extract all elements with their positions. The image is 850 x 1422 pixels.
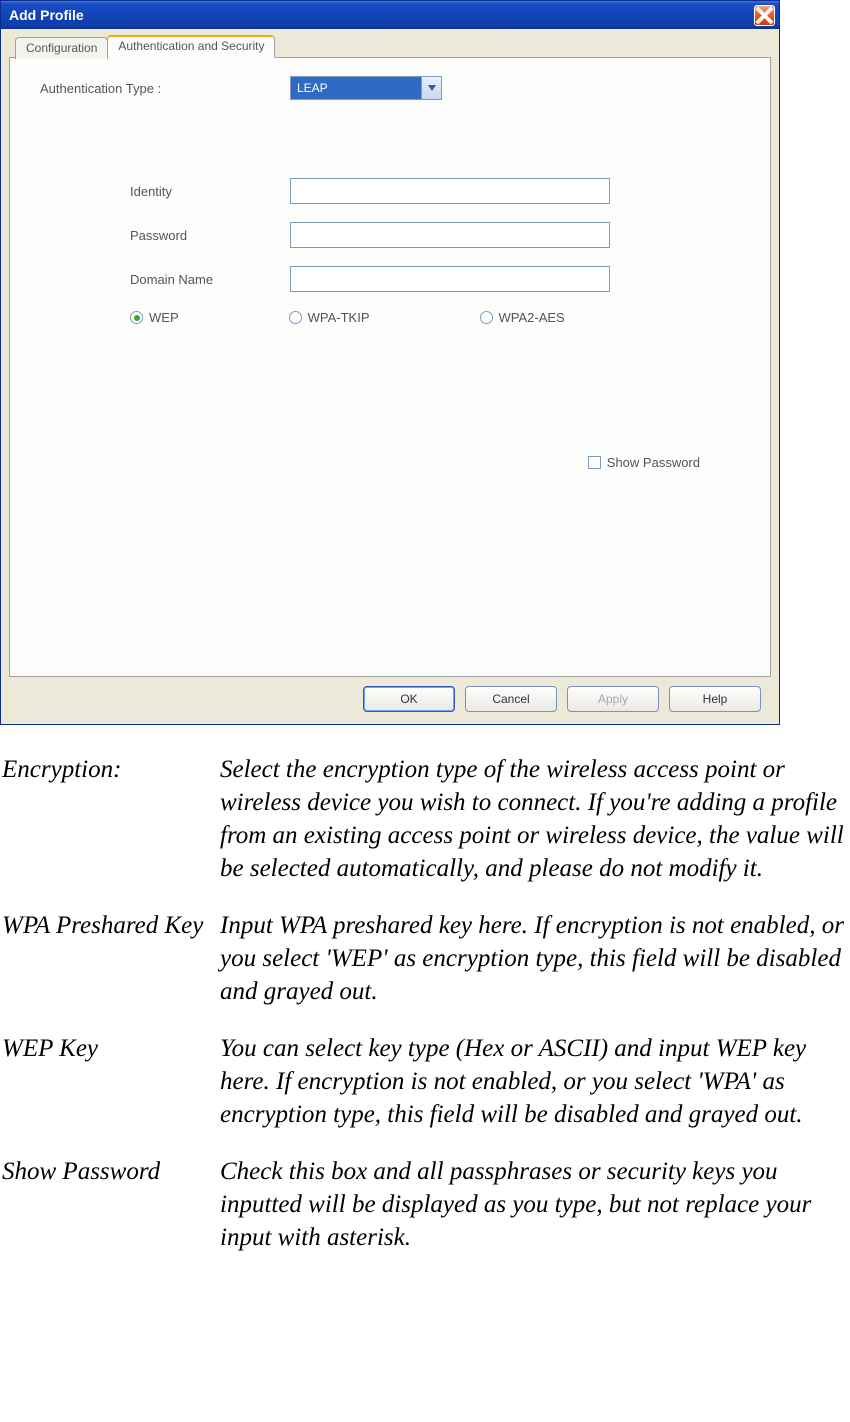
desc-def: Input WPA preshared key here. If encrypt… [220,909,848,1008]
close-icon[interactable] [754,5,775,26]
description-block: Encryption: Select the encryption type o… [0,725,850,1254]
auth-type-value: LEAP [291,77,421,99]
tab-configuration[interactable]: Configuration [15,37,108,59]
radio-tkip-label: WPA-TKIP [308,310,370,325]
radio-wpa2-aes[interactable]: WPA2-AES [480,310,565,325]
show-password-label: Show Password [607,455,700,470]
desc-def: Select the encryption type of the wirele… [220,753,848,885]
identity-label: Identity [30,184,290,199]
apply-button: Apply [567,686,659,712]
desc-term: Show Password [2,1155,220,1254]
auth-type-select[interactable]: LEAP [290,76,442,100]
desc-def: Check this box and all passphrases or se… [220,1155,848,1254]
button-bar: OK Cancel Apply Help [9,678,771,716]
window-title: Add Profile [9,7,84,23]
radio-aes-label: WPA2-AES [499,310,565,325]
password-field[interactable] [290,222,610,248]
desc-def: You can select key type (Hex or ASCII) a… [220,1032,848,1131]
desc-term: Encryption: [2,753,220,885]
identity-field[interactable] [290,178,610,204]
domain-name-field[interactable] [290,266,610,292]
tabstrip: Configuration Authentication and Securit… [15,35,771,58]
client-area: Configuration Authentication and Securit… [1,29,779,724]
radio-icon [480,311,493,324]
tab-panel-authsec: Authentication Type : LEAP Identity [9,57,771,677]
radio-wep-label: WEP [149,310,179,325]
desc-term: WEP Key [2,1032,220,1131]
ok-button[interactable]: OK [363,686,455,712]
desc-term: WPA Preshared Key [2,909,220,1008]
chevron-down-icon[interactable] [421,77,441,99]
dialog-add-profile: Add Profile Configuration Authentication… [0,0,780,725]
encryption-radio-group: WEP WPA-TKIP WPA2-AES [30,310,750,325]
domain-name-label: Domain Name [30,272,290,287]
titlebar: Add Profile [1,1,779,29]
radio-wpa-tkip[interactable]: WPA-TKIP [289,310,370,325]
show-password-checkbox[interactable] [588,456,601,469]
auth-type-label: Authentication Type : [30,81,290,96]
show-password-row: Show Password [30,455,750,470]
radio-icon [289,311,302,324]
password-label: Password [30,228,290,243]
radio-icon [130,311,143,324]
help-button[interactable]: Help [669,686,761,712]
cancel-button[interactable]: Cancel [465,686,557,712]
tab-authentication-security[interactable]: Authentication and Security [107,35,275,58]
radio-wep[interactable]: WEP [130,310,179,325]
